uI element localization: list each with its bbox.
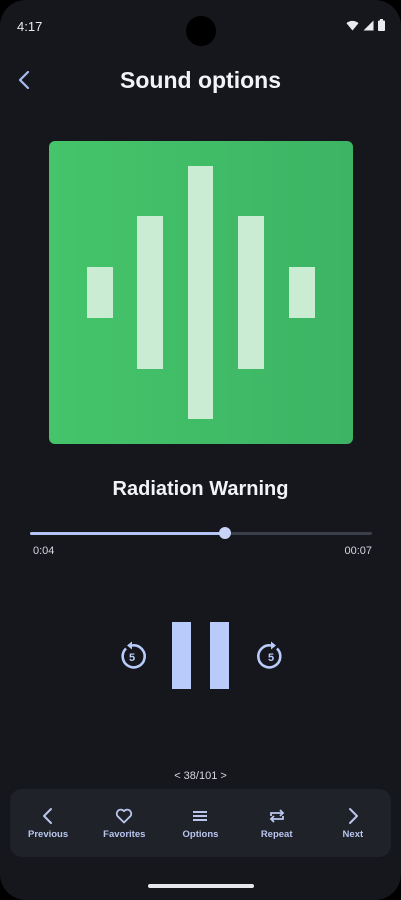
track-title: Radiation Warning [112, 478, 289, 500]
menu-icon [193, 810, 208, 821]
camera-cutout [186, 16, 216, 46]
elapsed-time: 0:04 [33, 545, 55, 557]
home-indicator[interactable] [148, 884, 254, 888]
replay-seconds: 5 [129, 652, 135, 664]
nav-label: Next [342, 828, 364, 840]
bottom-navigation: Previous Favorites Options Repeat Next [10, 789, 391, 857]
phone-screen: 4:17 Sound options Radiation Warning 0:0… [0, 0, 401, 900]
battery-icon [378, 19, 385, 31]
waveform-bar [238, 216, 264, 369]
nav-options[interactable]: Options [165, 807, 235, 840]
seek-bar[interactable] [30, 527, 372, 539]
sound-artwork [49, 141, 353, 444]
forward-5-icon: 5 [257, 641, 282, 669]
repeat-icon [269, 808, 284, 823]
pause-icon-left [172, 622, 191, 689]
status-icons [346, 19, 385, 31]
nav-label: Repeat [260, 828, 293, 840]
replay-5-icon: 5 [121, 641, 146, 669]
wifi-icon [346, 20, 359, 30]
pause-button[interactable] [172, 622, 230, 690]
nav-label: Favorites [103, 828, 146, 840]
replay-5-button[interactable]: 5 [116, 640, 148, 672]
nav-favorites[interactable]: Favorites [89, 807, 159, 840]
seek-thumb[interactable] [218, 527, 231, 539]
waveform-bar [289, 267, 315, 318]
cell-signal-icon [363, 20, 374, 30]
forward-seconds: 5 [268, 652, 274, 664]
waveform-bar [188, 166, 213, 419]
nav-next[interactable]: Next [318, 807, 388, 840]
heart-icon [116, 808, 133, 823]
page-title: Sound options [120, 67, 281, 93]
page-indicator[interactable]: < 38/101 > [0, 770, 401, 782]
nav-previous[interactable]: Previous [13, 807, 83, 840]
chevron-left-icon [43, 807, 53, 824]
nav-repeat[interactable]: Repeat [242, 807, 312, 840]
pause-icon-right [210, 622, 229, 689]
seek-progress [30, 532, 225, 535]
status-time: 4:17 [17, 19, 43, 34]
status-bar: 4:17 [0, 0, 401, 48]
waveform-bar [87, 267, 113, 318]
forward-5-button[interactable]: 5 [255, 640, 287, 672]
chevron-right-icon [348, 807, 358, 824]
total-time: 00:07 [344, 545, 372, 557]
waveform-bar [137, 216, 163, 369]
nav-label: Previous [28, 828, 69, 840]
nav-label: Options [182, 828, 219, 840]
